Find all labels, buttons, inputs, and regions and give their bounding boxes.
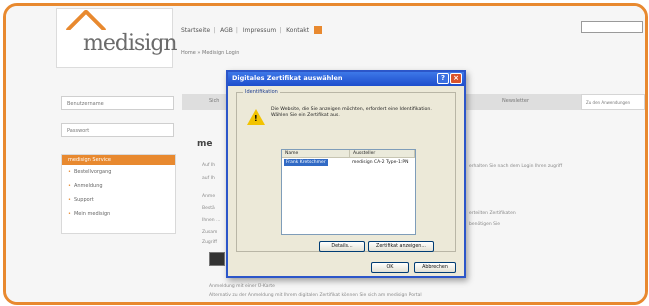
screenshot-frame: medisign Startseite | AGB | Impressum | Kon… (3, 3, 648, 305)
body-text: Anme (202, 194, 216, 199)
medisign-logo[interactable]: medisign (56, 8, 178, 68)
username-field[interactable]: Benutzername (61, 96, 174, 110)
card-reader-image (209, 252, 225, 266)
nav-impressum[interactable]: Impressum (243, 27, 276, 34)
body-text: Anmeldung mit einer Ü-Karte (209, 284, 275, 289)
service-menu: medisign Service • Bestellvorgang • Anmeld… (61, 154, 176, 234)
body-text: Auf Ih (202, 163, 216, 168)
sidebar-item-support[interactable]: • Support (62, 193, 175, 207)
nav-kontakt[interactable]: Kontakt (286, 27, 309, 34)
column-header-name[interactable]: Name (282, 150, 350, 158)
nav-agb[interactable]: AGB (220, 27, 233, 34)
sidebar-item-anmeldung[interactable]: • Anmeldung (62, 179, 175, 193)
group-label: Identifikation (243, 89, 280, 95)
top-navigation: Startseite | AGB | Impressum | Kontakt (181, 26, 325, 34)
body-text: erhalten Sie nach dem Login Ihren zugrif… (469, 164, 563, 169)
certificate-name: Frank Kretschmer (284, 159, 328, 166)
dialog-prompt: Die Website, die Sie anzeigen möchten, e… (271, 107, 432, 118)
tab-newsletter[interactable]: Newsletter (502, 98, 529, 104)
cancel-button[interactable]: Abbrechen (414, 262, 456, 273)
body-text: Alternativ zu der Anmeldung mit Ihrem di… (209, 293, 422, 298)
body-text: erteilten Zertifikaten (469, 211, 516, 216)
certificate-row[interactable]: Frank Kretschmer medisign CA-2 Type-1:PN (282, 159, 415, 166)
warning-icon-mark: ! (254, 114, 258, 123)
web-page: medisign Startseite | AGB | Impressum | Kon… (6, 6, 645, 302)
dialog-titlebar[interactable]: Digitales Zertifikat auswählen ? × (228, 72, 464, 86)
tab-sich[interactable]: Sich (209, 98, 219, 104)
service-menu-title: medisign Service (62, 155, 175, 165)
dialog-title: Digitales Zertifikat auswählen (232, 74, 343, 82)
body-text: benötigen Sie (469, 222, 501, 227)
password-field[interactable]: Passwort (61, 123, 174, 137)
close-icon[interactable]: × (450, 73, 462, 84)
ok-button[interactable]: OK (371, 262, 409, 273)
breadcrumb: Home » Medisign Login (181, 50, 240, 56)
body-text: Zugriff (202, 240, 217, 245)
certificate-list[interactable]: Name Aussteller Frank Kretschmer medisig… (281, 149, 416, 235)
sidebar-item-mein-medisign[interactable]: • Mein medisign (62, 207, 175, 221)
logo-text: medisign (83, 31, 178, 56)
body-text: Bestä (202, 206, 215, 211)
identification-group: Identifikation ! Die Website, die Sie an… (236, 89, 456, 252)
certificate-dialog: Digitales Zertifikat auswählen ? × Ident… (226, 70, 466, 278)
nav-startseite[interactable]: Startseite (181, 27, 210, 34)
help-icon[interactable]: ? (437, 73, 449, 84)
body-text: auf Ih (202, 176, 215, 181)
body-text: Zusam (202, 230, 218, 235)
column-header-issuer[interactable]: Aussteller (350, 150, 415, 158)
home-icon[interactable] (314, 26, 323, 34)
body-text: Ihnen ... (202, 218, 221, 223)
page-title: me (197, 139, 213, 149)
applications-link[interactable]: Zu den Anwendungen (581, 94, 645, 110)
view-certificate-button[interactable]: Zertifikat anzeigen... (368, 241, 434, 252)
details-button[interactable]: Details... (319, 241, 365, 252)
sidebar-item-bestellvorgang[interactable]: • Bestellvorgang (62, 165, 175, 179)
search-input[interactable] (581, 21, 643, 33)
certificate-issuer: medisign CA-2 Type-1:PN (352, 160, 409, 165)
